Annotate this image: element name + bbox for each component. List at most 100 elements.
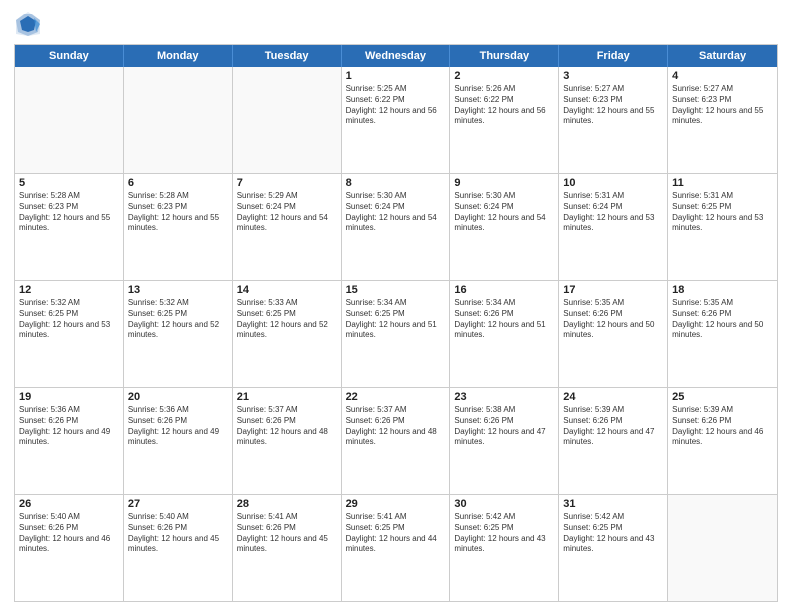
day-number: 2 bbox=[454, 70, 554, 82]
cell-info: Sunrise: 5:40 AM Sunset: 6:26 PM Dayligh… bbox=[19, 512, 119, 555]
calendar-cell: 14Sunrise: 5:33 AM Sunset: 6:25 PM Dayli… bbox=[233, 281, 342, 387]
cell-info: Sunrise: 5:27 AM Sunset: 6:23 PM Dayligh… bbox=[672, 84, 773, 127]
cell-info: Sunrise: 5:35 AM Sunset: 6:26 PM Dayligh… bbox=[563, 298, 663, 341]
calendar-cell: 6 Sunrise: 5:28 AM Sunset: 6:23 PM Daylig… bbox=[124, 174, 233, 280]
calendar-cell: 11Sunrise: 5:31 AM Sunset: 6:25 PM Dayli… bbox=[668, 174, 777, 280]
cell-info: Sunrise: 5:25 AM Sunset: 6:22 PM Dayligh… bbox=[346, 84, 446, 127]
cell-info: Sunrise: 5:37 AM Sunset: 6:26 PM Dayligh… bbox=[346, 405, 446, 448]
weekday-header-monday: Monday bbox=[124, 45, 233, 67]
calendar-cell: 25Sunrise: 5:39 AM Sunset: 6:26 PM Dayli… bbox=[668, 388, 777, 494]
cell-info: Sunrise: 5:32 AM Sunset: 6:25 PM Dayligh… bbox=[128, 298, 228, 341]
day-number: 10 bbox=[563, 177, 663, 189]
day-number: 24 bbox=[563, 391, 663, 403]
day-number: 6 bbox=[128, 177, 228, 189]
cell-info: Sunrise: 5:31 AM Sunset: 6:25 PM Dayligh… bbox=[672, 191, 773, 234]
day-number: 3 bbox=[563, 70, 663, 82]
calendar-cell: 27 Sunrise: 5:40 AM Sunset: 6:26 PM Dayli… bbox=[124, 495, 233, 601]
header bbox=[14, 10, 778, 38]
weekday-header-sunday: Sunday bbox=[15, 45, 124, 67]
day-number: 23 bbox=[454, 391, 554, 403]
calendar-cell: 7 Sunrise: 5:29 AM Sunset: 6:24 PM Daylig… bbox=[233, 174, 342, 280]
calendar-cell: 20 Sunrise: 5:36 AM Sunset: 6:26 PM Dayli… bbox=[124, 388, 233, 494]
cell-info: Sunrise: 5:27 AM Sunset: 6:23 PM Dayligh… bbox=[563, 84, 663, 127]
calendar-cell: 17 Sunrise: 5:35 AM Sunset: 6:26 PM Dayli… bbox=[559, 281, 668, 387]
calendar-cell bbox=[668, 495, 777, 601]
day-number: 22 bbox=[346, 391, 446, 403]
cell-info: Sunrise: 5:32 AM Sunset: 6:25 PM Dayligh… bbox=[19, 298, 119, 341]
day-number: 31 bbox=[563, 498, 663, 510]
cell-info: Sunrise: 5:38 AM Sunset: 6:26 PM Dayligh… bbox=[454, 405, 554, 448]
day-number: 13 bbox=[128, 284, 228, 296]
calendar-cell: 16Sunrise: 5:34 AM Sunset: 6:26 PM Dayli… bbox=[450, 281, 559, 387]
day-number: 8 bbox=[346, 177, 446, 189]
calendar-week-4: 19Sunrise: 5:36 AM Sunset: 6:26 PM Dayli… bbox=[15, 388, 777, 495]
cell-info: Sunrise: 5:30 AM Sunset: 6:24 PM Dayligh… bbox=[454, 191, 554, 234]
day-number: 16 bbox=[454, 284, 554, 296]
calendar-cell bbox=[233, 67, 342, 173]
calendar-cell: 30 Sunrise: 5:42 AM Sunset: 6:25 PM Dayli… bbox=[450, 495, 559, 601]
day-number: 17 bbox=[563, 284, 663, 296]
calendar-cell: 9 Sunrise: 5:30 AM Sunset: 6:24 PM Daylig… bbox=[450, 174, 559, 280]
calendar-cell: 31 Sunrise: 5:42 AM Sunset: 6:25 PM Dayli… bbox=[559, 495, 668, 601]
day-number: 12 bbox=[19, 284, 119, 296]
calendar-cell: 8 Sunrise: 5:30 AM Sunset: 6:24 PM Daylig… bbox=[342, 174, 451, 280]
cell-info: Sunrise: 5:26 AM Sunset: 6:22 PM Dayligh… bbox=[454, 84, 554, 127]
cell-info: Sunrise: 5:36 AM Sunset: 6:26 PM Dayligh… bbox=[19, 405, 119, 448]
calendar-cell: 15 Sunrise: 5:34 AM Sunset: 6:25 PM Dayli… bbox=[342, 281, 451, 387]
calendar-week-1: 1 Sunrise: 5:25 AM Sunset: 6:22 PM Daylig… bbox=[15, 67, 777, 174]
day-number: 20 bbox=[128, 391, 228, 403]
day-number: 29 bbox=[346, 498, 446, 510]
calendar-cell: 28Sunrise: 5:41 AM Sunset: 6:26 PM Dayli… bbox=[233, 495, 342, 601]
calendar-cell: 24 Sunrise: 5:39 AM Sunset: 6:26 PM Dayli… bbox=[559, 388, 668, 494]
calendar-cell: 12 Sunrise: 5:32 AM Sunset: 6:25 PM Dayli… bbox=[15, 281, 124, 387]
weekday-header-friday: Friday bbox=[559, 45, 668, 67]
calendar-body: 1 Sunrise: 5:25 AM Sunset: 6:22 PM Daylig… bbox=[15, 67, 777, 601]
calendar-cell: 1 Sunrise: 5:25 AM Sunset: 6:22 PM Daylig… bbox=[342, 67, 451, 173]
day-number: 7 bbox=[237, 177, 337, 189]
cell-info: Sunrise: 5:39 AM Sunset: 6:26 PM Dayligh… bbox=[563, 405, 663, 448]
cell-info: Sunrise: 5:40 AM Sunset: 6:26 PM Dayligh… bbox=[128, 512, 228, 555]
day-number: 4 bbox=[672, 70, 773, 82]
day-number: 26 bbox=[19, 498, 119, 510]
calendar-cell: 29 Sunrise: 5:41 AM Sunset: 6:25 PM Dayli… bbox=[342, 495, 451, 601]
logo bbox=[14, 10, 44, 38]
calendar-cell: 13 Sunrise: 5:32 AM Sunset: 6:25 PM Dayli… bbox=[124, 281, 233, 387]
calendar-week-2: 5 Sunrise: 5:28 AM Sunset: 6:23 PM Daylig… bbox=[15, 174, 777, 281]
weekday-header-thursday: Thursday bbox=[450, 45, 559, 67]
day-number: 9 bbox=[454, 177, 554, 189]
cell-info: Sunrise: 5:42 AM Sunset: 6:25 PM Dayligh… bbox=[454, 512, 554, 555]
cell-info: Sunrise: 5:33 AM Sunset: 6:25 PM Dayligh… bbox=[237, 298, 337, 341]
weekday-header-wednesday: Wednesday bbox=[342, 45, 451, 67]
weekday-header-saturday: Saturday bbox=[668, 45, 777, 67]
cell-info: Sunrise: 5:36 AM Sunset: 6:26 PM Dayligh… bbox=[128, 405, 228, 448]
calendar-cell: 26 Sunrise: 5:40 AM Sunset: 6:26 PM Dayli… bbox=[15, 495, 124, 601]
day-number: 1 bbox=[346, 70, 446, 82]
calendar-cell bbox=[124, 67, 233, 173]
calendar-week-3: 12 Sunrise: 5:32 AM Sunset: 6:25 PM Dayli… bbox=[15, 281, 777, 388]
calendar-cell: 2 Sunrise: 5:26 AM Sunset: 6:22 PM Daylig… bbox=[450, 67, 559, 173]
cell-info: Sunrise: 5:41 AM Sunset: 6:25 PM Dayligh… bbox=[346, 512, 446, 555]
cell-info: Sunrise: 5:35 AM Sunset: 6:26 PM Dayligh… bbox=[672, 298, 773, 341]
cell-info: Sunrise: 5:39 AM Sunset: 6:26 PM Dayligh… bbox=[672, 405, 773, 448]
day-number: 21 bbox=[237, 391, 337, 403]
calendar-cell: 3 Sunrise: 5:27 AM Sunset: 6:23 PM Daylig… bbox=[559, 67, 668, 173]
cell-info: Sunrise: 5:28 AM Sunset: 6:23 PM Dayligh… bbox=[128, 191, 228, 234]
day-number: 5 bbox=[19, 177, 119, 189]
cell-info: Sunrise: 5:30 AM Sunset: 6:24 PM Dayligh… bbox=[346, 191, 446, 234]
calendar-week-5: 26 Sunrise: 5:40 AM Sunset: 6:26 PM Dayli… bbox=[15, 495, 777, 601]
calendar: SundayMondayTuesdayWednesdayThursdayFrid… bbox=[14, 44, 778, 602]
day-number: 27 bbox=[128, 498, 228, 510]
calendar-header-row: SundayMondayTuesdayWednesdayThursdayFrid… bbox=[15, 45, 777, 67]
calendar-cell bbox=[15, 67, 124, 173]
day-number: 28 bbox=[237, 498, 337, 510]
day-number: 30 bbox=[454, 498, 554, 510]
calendar-cell: 19Sunrise: 5:36 AM Sunset: 6:26 PM Dayli… bbox=[15, 388, 124, 494]
cell-info: Sunrise: 5:37 AM Sunset: 6:26 PM Dayligh… bbox=[237, 405, 337, 448]
page: SundayMondayTuesdayWednesdayThursdayFrid… bbox=[0, 0, 792, 612]
cell-info: Sunrise: 5:34 AM Sunset: 6:25 PM Dayligh… bbox=[346, 298, 446, 341]
day-number: 15 bbox=[346, 284, 446, 296]
cell-info: Sunrise: 5:28 AM Sunset: 6:23 PM Dayligh… bbox=[19, 191, 119, 234]
day-number: 18 bbox=[672, 284, 773, 296]
cell-info: Sunrise: 5:29 AM Sunset: 6:24 PM Dayligh… bbox=[237, 191, 337, 234]
cell-info: Sunrise: 5:42 AM Sunset: 6:25 PM Dayligh… bbox=[563, 512, 663, 555]
